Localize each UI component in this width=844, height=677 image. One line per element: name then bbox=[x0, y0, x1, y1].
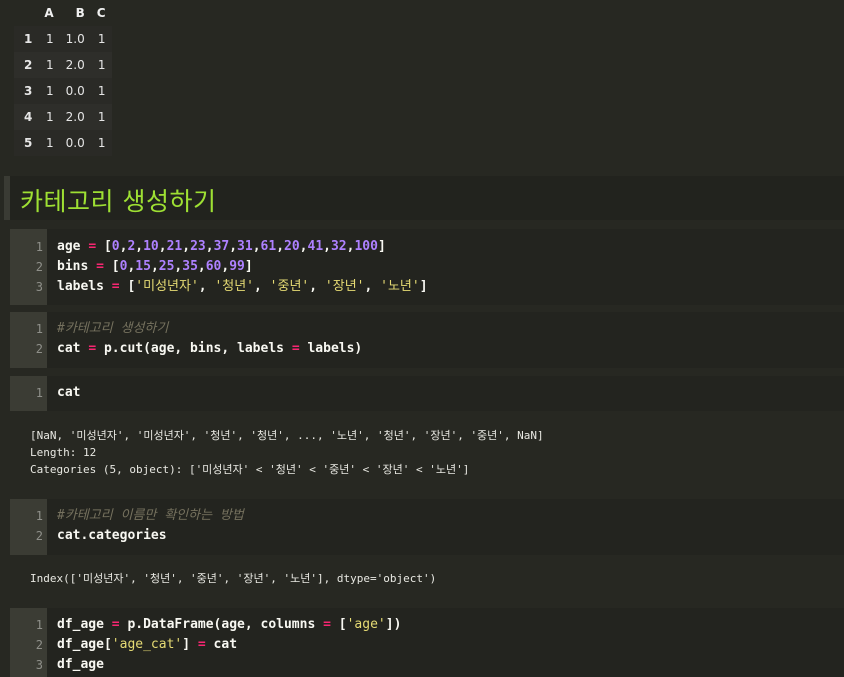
code-line: bins = [0,15,25,35,60,99] bbox=[57, 259, 253, 274]
code-cell[interactable]: 1 cat bbox=[10, 376, 844, 411]
index-header bbox=[14, 0, 38, 26]
output-line: Categories (5, object): ['미성년자' < '청년' <… bbox=[30, 463, 470, 476]
cell-c: 1 bbox=[97, 84, 106, 98]
line-number-gutter: 1 2 bbox=[10, 499, 47, 555]
line-number: 3 bbox=[35, 280, 43, 294]
cell-a: 1 bbox=[46, 136, 54, 150]
cell-c: 1 bbox=[97, 32, 106, 46]
line-number-gutter: 1 bbox=[10, 376, 47, 411]
cell-b: 2.0 bbox=[65, 110, 85, 124]
output-line: [NaN, '미성년자', '미성년자', '청년', '청년', ..., '… bbox=[30, 429, 544, 442]
code-cell[interactable]: 1 2 #카테고리 생성하기 cat = p.cut(age, bins, la… bbox=[10, 312, 844, 368]
cell-b: 0.0 bbox=[65, 136, 85, 150]
row-index: 4 bbox=[24, 110, 33, 124]
code-line: labels = ['미성년자', '청년', '중년', '장년', '노년'… bbox=[57, 279, 428, 294]
line-number: 3 bbox=[35, 658, 43, 672]
cell-a: 1 bbox=[46, 32, 54, 46]
cell-b: 0.0 bbox=[65, 84, 85, 98]
line-number-gutter: 1 2 3 bbox=[10, 229, 47, 305]
table-row: 1 1 1.0 1 bbox=[14, 26, 112, 52]
code-editor[interactable]: cat bbox=[57, 376, 80, 403]
code-comment: #카테고리 생성하기 bbox=[57, 321, 169, 336]
row-index: 3 bbox=[24, 84, 33, 98]
code-cell[interactable]: 1 2 #카테고리 이름만 확인하는 방법 cat.categories bbox=[10, 499, 844, 555]
output-line: Index(['미성년자', '청년', '중년', '장년', '노년'], … bbox=[30, 572, 437, 585]
code-cell[interactable]: 1 2 3 df_age = p.DataFrame(age, columns … bbox=[10, 608, 844, 677]
cell-output: Index(['미성년자', '청년', '중년', '장년', '노년'], … bbox=[30, 570, 436, 587]
dataframe-table: A B C 1 1 1.0 1 2 1 2.0 1 3 1 0.0 1 4 1 … bbox=[14, 0, 112, 156]
code-editor[interactable]: age = [0,2,10,21,23,37,31,61,20,41,32,10… bbox=[57, 229, 428, 297]
code-line: df_age['age_cat'] = cat bbox=[57, 637, 238, 652]
table-row: 5 1 0.0 1 bbox=[14, 130, 112, 156]
cell-a: 1 bbox=[46, 110, 54, 124]
line-number-gutter: 1 2 bbox=[10, 312, 47, 368]
table-row: 2 1 2.0 1 bbox=[14, 52, 112, 78]
column-header: C bbox=[96, 6, 106, 20]
line-number: 1 bbox=[35, 240, 43, 254]
line-number: 2 bbox=[35, 529, 43, 543]
line-number-gutter: 1 2 3 bbox=[10, 608, 47, 677]
cell-c: 1 bbox=[97, 136, 106, 150]
cell-c: 1 bbox=[97, 58, 106, 72]
code-line: age = [0,2,10,21,23,37,31,61,20,41,32,10… bbox=[57, 239, 386, 254]
table-row: 4 1 2.0 1 bbox=[14, 104, 112, 130]
code-line: cat = p.cut(age, bins, labels = labels) bbox=[57, 341, 363, 356]
column-header: B bbox=[75, 6, 85, 20]
markdown-heading-cell[interactable]: 카테고리 생성하기 bbox=[4, 176, 844, 220]
row-index: 5 bbox=[24, 136, 33, 150]
line-number: 2 bbox=[35, 638, 43, 652]
table-row: 3 1 0.0 1 bbox=[14, 78, 112, 104]
code-editor[interactable]: #카테고리 생성하기 cat = p.cut(age, bins, labels… bbox=[57, 312, 362, 359]
code-editor[interactable]: df_age = p.DataFrame(age, columns = ['ag… bbox=[57, 608, 401, 675]
row-index: 1 bbox=[24, 32, 33, 46]
table-header-row: A B C bbox=[14, 0, 112, 26]
line-number: 1 bbox=[35, 618, 43, 632]
code-editor[interactable]: #카테고리 이름만 확인하는 방법 cat.categories bbox=[57, 499, 244, 546]
cell-a: 1 bbox=[46, 84, 54, 98]
section-heading: 카테고리 생성하기 bbox=[20, 187, 217, 216]
line-number: 2 bbox=[35, 260, 43, 274]
row-index: 2 bbox=[24, 58, 33, 72]
cell-a: 1 bbox=[46, 58, 54, 72]
cell-output: [NaN, '미성년자', '미성년자', '청년', '청년', ..., '… bbox=[30, 427, 544, 478]
column-header: A bbox=[44, 6, 54, 20]
line-number: 2 bbox=[35, 342, 43, 356]
cell-c: 1 bbox=[97, 110, 106, 124]
code-line: cat.categories bbox=[57, 528, 167, 543]
cell-b: 2.0 bbox=[65, 58, 85, 72]
code-line: df_age = p.DataFrame(age, columns = ['ag… bbox=[57, 617, 402, 632]
code-line: cat bbox=[57, 385, 81, 400]
line-number: 1 bbox=[35, 322, 43, 336]
line-number: 1 bbox=[35, 386, 43, 400]
code-cell[interactable]: 1 2 3 age = [0,2,10,21,23,37,31,61,20,41… bbox=[10, 229, 844, 305]
cell-b: 1.0 bbox=[65, 32, 85, 46]
output-line: Length: 12 bbox=[30, 446, 97, 459]
line-number: 1 bbox=[35, 509, 43, 523]
code-line: df_age bbox=[57, 657, 104, 672]
code-comment: #카테고리 이름만 확인하는 방법 bbox=[57, 508, 244, 523]
